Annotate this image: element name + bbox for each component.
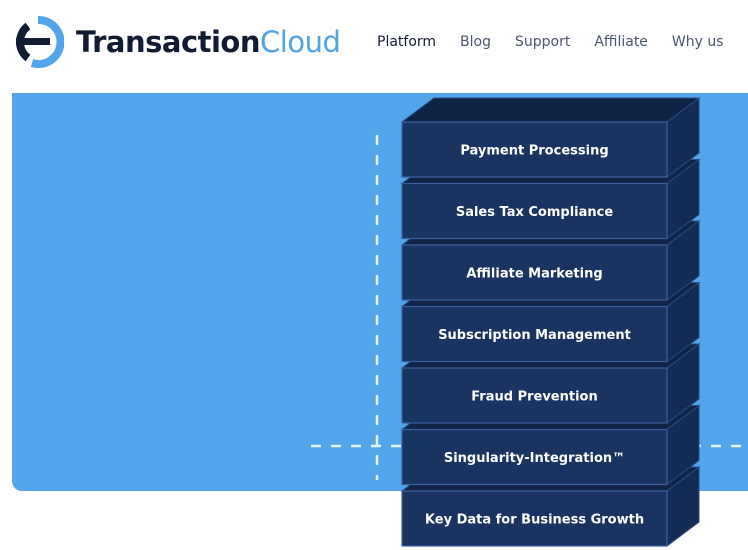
block-label: Singularity-Integration™: [444, 451, 625, 466]
block-label: Sales Tax Compliance: [456, 205, 614, 220]
platform-stack: Key Data for Business Growth Singularity-…: [311, 97, 748, 547]
block-label: Subscription Management: [438, 328, 631, 343]
stack-block: Payment Processing: [400, 97, 701, 178]
block-label: Payment Processing: [460, 144, 608, 159]
block-top-face: [400, 97, 701, 123]
block-label: Affiliate Marketing: [466, 267, 602, 282]
block-label: Fraud Prevention: [471, 390, 597, 405]
block-label: Key Data for Business Growth: [425, 513, 644, 528]
